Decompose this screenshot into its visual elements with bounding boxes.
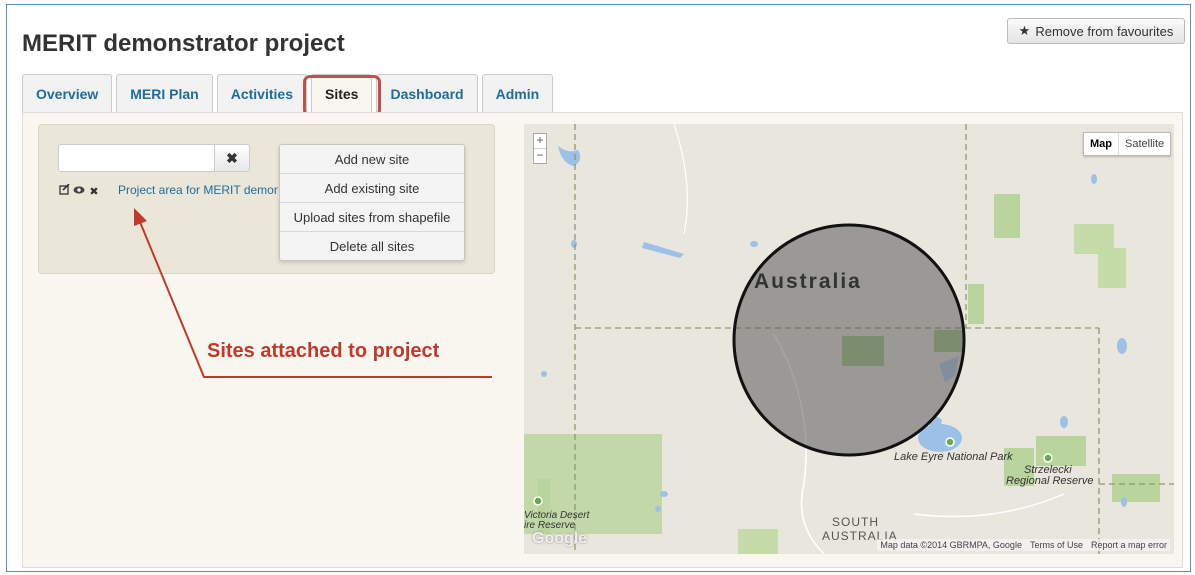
terms-link[interactable]: Terms of Use [1030,540,1083,550]
delete-all-sites-button[interactable]: Delete all sites [280,232,464,260]
annotation-label: Sites attached to project [207,340,440,362]
map-type-map[interactable]: Map [1084,133,1119,155]
tab-admin[interactable]: Admin [481,74,554,112]
map-terrain [524,124,1174,554]
edit-icon[interactable] [58,183,70,198]
map-attribution: Map data ©2014 GBRMPA, Google Terms of U… [877,539,1170,551]
zoom-in-button[interactable]: + [534,134,546,149]
strzelecki-label-2: Regional Reserve [1006,475,1094,487]
view-icon[interactable] [73,185,85,198]
star-icon: ★ [1018,23,1031,38]
site-link[interactable]: Project area for MERIT demonstrator proj… [118,183,278,197]
upload-shapefile-button[interactable]: Upload sites from shapefile [280,203,464,232]
add-existing-site-button[interactable]: Add existing site [280,174,464,203]
site-actions-menu: Add new site Add existing site Upload si… [279,144,465,261]
add-new-site-button[interactable]: Add new site [280,145,464,174]
map-data-text: Map data ©2014 GBRMPA, Google [880,540,1022,550]
delete-icon[interactable]: ✖ [88,185,100,198]
map-region-label: Australia [754,270,862,293]
zoom-control: + − [533,133,547,164]
site-search-input[interactable] [58,144,215,172]
clear-search-button[interactable]: ✖ [214,144,250,172]
site-row-actions: ✖ [58,183,100,198]
page-title: MERIT demonstrator project [22,30,345,57]
tab-activities[interactable]: Activities [216,74,307,112]
zoom-out-button[interactable]: − [534,149,546,163]
tab-meri-plan[interactable]: MERI Plan [116,74,213,112]
tab-overview[interactable]: Overview [22,74,113,112]
report-error-link[interactable]: Report a map error [1091,540,1167,550]
tab-sites[interactable]: Sites [310,74,373,112]
tab-bar: Overview MERI Plan Activities Sites Dash… [22,74,554,112]
remove-favourites-label: Remove from favourites [1035,23,1174,39]
map-type-satellite[interactable]: Satellite [1119,133,1170,155]
remove-favourites-button[interactable]: ★ Remove from favourites [1007,18,1185,44]
south-label: SOUTH [832,515,879,529]
map-type-control: Map Satellite [1083,132,1172,156]
lake-eyre-label: Lake Eyre National Park [894,451,1013,463]
google-logo: Google [532,530,588,547]
tab-dashboard[interactable]: Dashboard [376,74,478,112]
site-map[interactable]: + − Map Satellite Australia Lake Eyre Na… [524,124,1174,554]
